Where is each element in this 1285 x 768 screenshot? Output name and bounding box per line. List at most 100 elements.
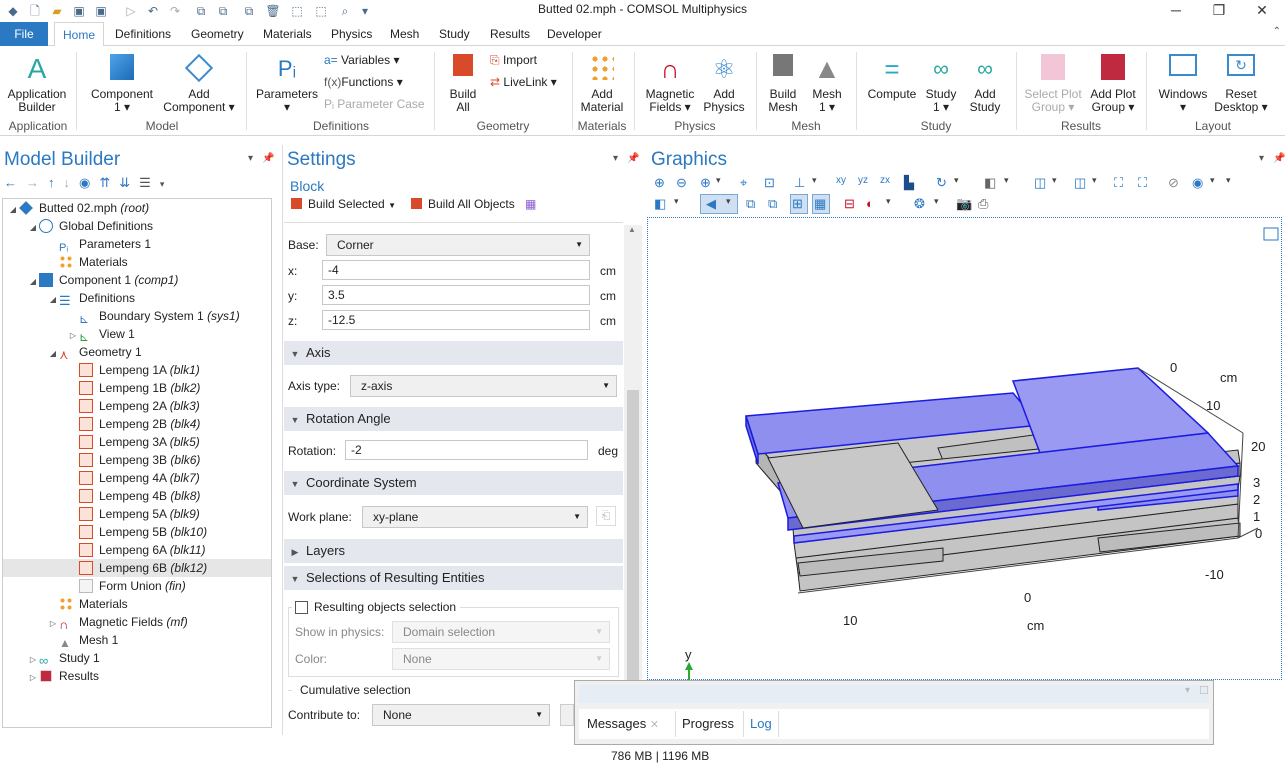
zoom-out-icon[interactable]: ⊖ — [676, 175, 692, 191]
hide-icon[interactable]: ⊘ — [1168, 175, 1184, 191]
tab-materials[interactable]: Materials — [255, 22, 320, 46]
tree-node-block-selected[interactable]: Lempeng 6B (blk12) — [3, 559, 271, 577]
restore-button[interactable]: ❐ — [1196, 0, 1242, 22]
rotation-section-header[interactable]: ▼ Rotation Angle — [284, 407, 623, 431]
add-physics-button[interactable]: ⚛ Add Physics — [700, 54, 748, 114]
pane-menu-icon[interactable]: ▾ — [1259, 153, 1264, 164]
pane-menu-icon[interactable]: ▾ — [613, 153, 618, 164]
z-field[interactable]: -12.5 — [322, 310, 590, 330]
xy-view-icon[interactable]: xy — [836, 175, 852, 191]
chevron-down-icon[interactable]: ▾ — [1185, 685, 1190, 696]
add-material-button[interactable]: Add Material — [574, 54, 630, 114]
livelink-button[interactable]: ⇄ LiveLink ▾ — [490, 73, 557, 91]
chevron-down-icon[interactable]: ▾ — [934, 196, 950, 212]
wireframe-icon[interactable]: ⊞ — [792, 196, 808, 212]
scene-light-icon[interactable]: ◫ — [1034, 175, 1050, 191]
minimize-button[interactable]: ─ — [1153, 0, 1199, 22]
resulting-selection-checkbox[interactable] — [295, 601, 308, 614]
tab-progress[interactable]: Progress — [675, 711, 740, 737]
base-select[interactable]: Corner ▼ — [326, 234, 590, 256]
add-plot-group-button[interactable]: Add Plot Group ▾ — [1086, 54, 1140, 114]
boundaries-icon[interactable]: ⧉ — [746, 196, 762, 212]
zoom-selected-icon[interactable]: ⌖ — [740, 175, 756, 191]
scroll-up-icon[interactable]: ▲ — [628, 225, 636, 234]
maximize-icon[interactable]: ☐ — [1199, 684, 1209, 697]
chevron-down-icon[interactable]: ▾ — [812, 175, 828, 191]
axis-type-select[interactable]: z-axis ▼ — [350, 375, 617, 397]
tab-physics[interactable]: Physics — [323, 22, 380, 46]
mesh1-button[interactable]: ▲ Mesh 1 ▾ — [806, 54, 848, 114]
chevron-down-icon[interactable]: ▾ — [1052, 175, 1068, 191]
tree-node-view[interactable]: ▷ ⊾ View 1 — [67, 325, 135, 344]
transparency-icon[interactable]: ◫ — [1074, 175, 1090, 191]
work-plane-select[interactable]: xy-plane ▼ — [362, 506, 588, 528]
build-mesh-button[interactable]: Build Mesh — [762, 54, 804, 114]
chevron-down-icon[interactable]: ▾ — [1226, 175, 1242, 191]
chevron-down-icon[interactable]: ▾ — [886, 196, 902, 212]
axis-section-header[interactable]: ▼ Axis — [284, 341, 623, 365]
axes-icon[interactable]: ⊥ — [794, 175, 810, 191]
chevron-down-icon[interactable]: ▾ — [1004, 175, 1020, 191]
show-icon[interactable]: ◉ — [79, 175, 99, 190]
coordinate-system-section-header[interactable]: ▼ Coordinate System — [284, 471, 623, 495]
tree-node-root[interactable]: ◢ Butted 02.mph (root) — [7, 199, 149, 217]
ribbon-collapse-icon[interactable]: ⌃ — [1273, 26, 1281, 37]
render-icon[interactable]: ◐ — [866, 196, 882, 212]
scene-icon[interactable]: ❂ — [914, 196, 930, 212]
tree-node-form-union[interactable]: Form Union (fin) — [67, 577, 186, 595]
magnetic-fields-button[interactable]: ∩ Magnetic Fields ▾ — [640, 54, 700, 114]
layers-section-header[interactable]: ▶ Layers — [284, 539, 623, 563]
default-view-icon[interactable]: ▙ — [904, 175, 920, 191]
build-all-button[interactable]: Build All — [442, 54, 484, 114]
parameter-case-button[interactable]: Pᵢ Parameter Case — [324, 95, 425, 113]
select-list-icon[interactable]: ◧ — [654, 196, 670, 212]
move-up-icon[interactable]: ↑ — [48, 175, 64, 190]
rotation-field[interactable]: -2 — [345, 440, 588, 460]
tree-node-materials[interactable]: Materials — [47, 595, 128, 613]
show-hide-icon[interactable]: ◉ — [1192, 175, 1208, 191]
chevron-down-icon[interactable]: ▾ — [1210, 175, 1226, 191]
settings-scrollbar[interactable]: ▲ — [624, 225, 642, 735]
print-icon[interactable]: ⎙ — [978, 196, 994, 212]
pin-icon[interactable]: 📌 — [627, 153, 639, 164]
build-selected-button[interactable]: Build Selected ▼ — [291, 197, 396, 211]
back-icon[interactable]: ← — [4, 175, 26, 190]
tab-developer[interactable]: Developer — [539, 22, 610, 46]
yz-view-icon[interactable]: yz — [858, 175, 874, 191]
chevron-down-icon[interactable]: ▾ — [716, 175, 732, 191]
parameters-button[interactable]: Pᵢ Parameters ▾ — [252, 54, 322, 114]
compute-button[interactable]: = Compute — [862, 54, 922, 101]
select-box-icon[interactable]: ⛶ — [1114, 175, 1130, 191]
chevron-down-icon[interactable]: ▾ — [1092, 175, 1108, 191]
graphics-corner-icon[interactable] — [1263, 227, 1279, 241]
add-study-button[interactable]: ∞ Add Study — [962, 54, 1008, 114]
camera-icon[interactable]: 📷 — [956, 196, 972, 212]
color-select[interactable]: None ▼ — [392, 648, 610, 670]
windows-button[interactable]: Windows ▾ — [1152, 54, 1214, 114]
application-builder-button[interactable]: A Application Builder — [4, 54, 70, 114]
edges-icon[interactable]: ⧉ — [768, 196, 784, 212]
zoom-box-icon[interactable]: ⊕ — [700, 175, 716, 191]
tab-study[interactable]: Study — [431, 22, 478, 46]
close-button[interactable]: ✕ — [1239, 0, 1285, 22]
tree-node-results[interactable]: ▷ Results — [27, 667, 99, 685]
list-dropdown-icon[interactable]: ▾ — [160, 179, 174, 189]
functions-button[interactable]: f(x)Functions ▾ — [324, 73, 403, 91]
tree-node-block[interactable]: Lempeng 5B (blk10) — [67, 523, 207, 541]
tree-node-block[interactable]: Lempeng 4A (blk7) — [67, 469, 200, 487]
y-field[interactable]: 3.5 — [322, 285, 590, 305]
tree-node-definitions[interactable]: ◢ ☰ Definitions — [47, 289, 135, 308]
tree-node-boundary-system[interactable]: ⊾ Boundary System 1 (sys1) — [67, 307, 240, 326]
select-objects-icon[interactable]: ◧ — [984, 175, 1000, 191]
graphics-canvas[interactable]: 0 cm 10 20 3 2 1 0 -10 0 10 cm y — [647, 217, 1282, 681]
tree-node-study[interactable]: ▷ ∞ Study 1 — [27, 649, 100, 668]
grid-icon[interactable]: ▦ — [814, 196, 830, 212]
tree-node-mesh[interactable]: ▲ Mesh 1 — [47, 631, 118, 650]
zx-view-icon[interactable]: zx — [880, 175, 896, 191]
variables-button[interactable]: a= Variables ▾ — [324, 51, 400, 69]
tree-node-block[interactable]: Lempeng 1A (blk1) — [67, 361, 200, 379]
component-button[interactable]: Component 1 ▾ — [86, 54, 158, 114]
forward-icon[interactable]: → — [26, 175, 48, 190]
tab-mesh[interactable]: Mesh — [382, 22, 427, 46]
tab-results[interactable]: Results — [482, 22, 538, 46]
